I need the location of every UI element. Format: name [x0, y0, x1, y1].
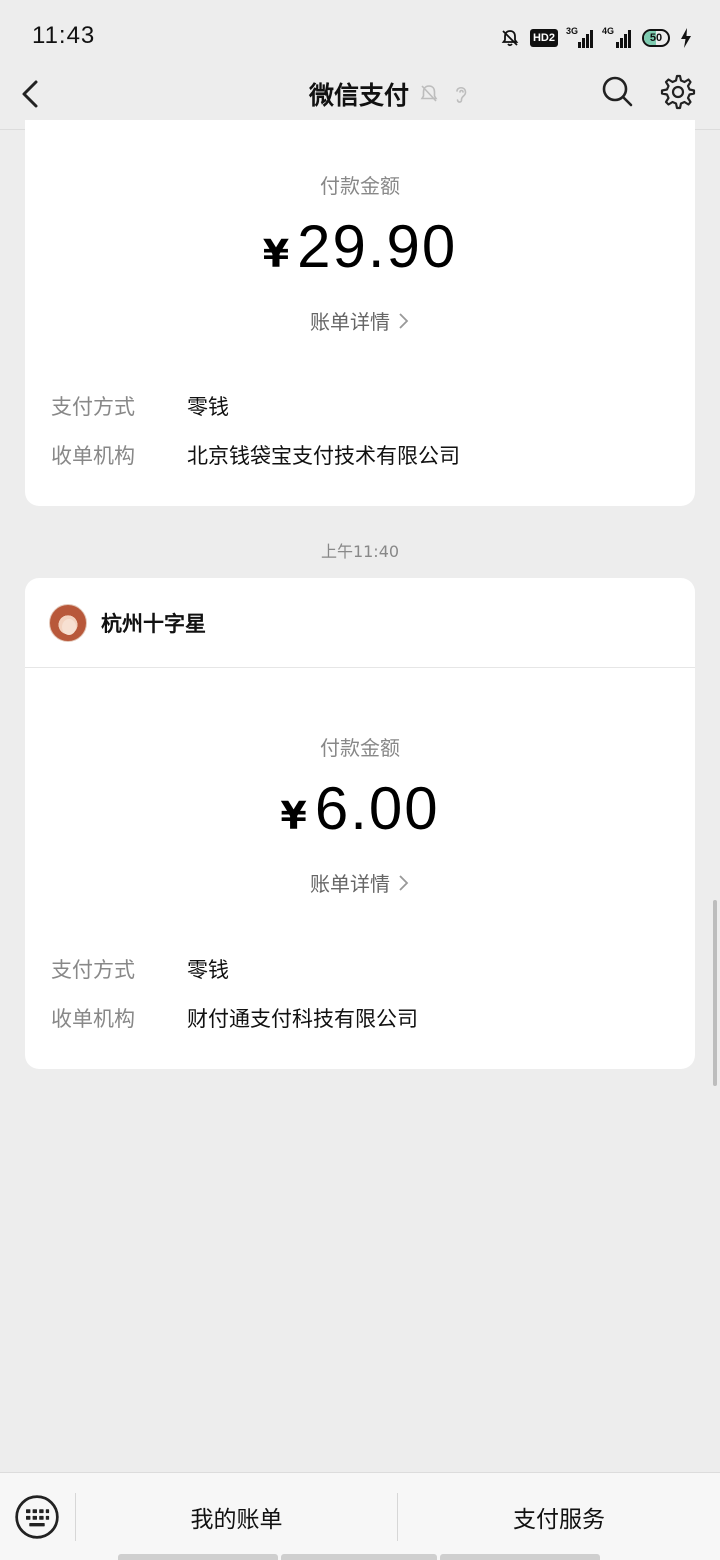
- settings-gear-icon[interactable]: [660, 74, 696, 110]
- ear-icon: [456, 86, 467, 103]
- charging-bolt-icon: [681, 28, 691, 48]
- amount-display: ¥ 6.00: [25, 774, 695, 843]
- home-indicator: [440, 1554, 600, 1560]
- amount-value: 6.00: [314, 775, 440, 842]
- keyboard-icon[interactable]: [15, 1495, 59, 1539]
- battery-icon: 50: [642, 29, 670, 47]
- payment-method-row: 支付方式 零钱: [51, 958, 229, 982]
- home-indicator: [118, 1554, 278, 1560]
- merchant-avatar: [49, 603, 87, 642]
- payment-card[interactable]: 付款金额 ¥ 29.90 账单详情 支付方式 零钱 收单机构 北京钱袋宝支付技术…: [25, 120, 695, 506]
- amount-label: 付款金额: [320, 174, 400, 198]
- page-title: 微信支付: [308, 81, 409, 110]
- status-icons: HD2 3G 4G 50: [500, 24, 692, 52]
- amount-value: 29.90: [297, 213, 458, 280]
- amount-display: ¥ 29.90: [25, 212, 695, 281]
- acquirer-row: 收单机构 北京钱袋宝支付技术有限公司: [51, 444, 460, 468]
- home-indicator: [281, 1554, 437, 1560]
- chevron-right-icon: [399, 312, 409, 329]
- bottom-menu-bar: 我的账单 支付服务: [0, 1472, 720, 1560]
- message-timestamp: 上午11:40: [320, 542, 400, 561]
- payment-method-row: 支付方式 零钱: [51, 395, 229, 419]
- status-bar: 11:43 HD2 3G 4G 50: [0, 0, 720, 72]
- payment-card[interactable]: 杭州十字星 付款金额 ¥ 6.00 账单详情 支付方式 零钱 收单机构 财付通支…: [25, 578, 695, 1069]
- bill-details-link[interactable]: 账单详情: [25, 306, 695, 335]
- signal-4g-icon: 4G: [602, 26, 632, 48]
- bill-details-link[interactable]: 账单详情: [25, 868, 695, 897]
- currency-symbol: ¥: [262, 232, 290, 276]
- hd-voice-badge: HD2: [529, 29, 558, 47]
- my-bills-button[interactable]: 我的账单: [76, 1473, 397, 1560]
- muted-notification-icon: [420, 85, 438, 102]
- pay-services-button[interactable]: 支付服务: [398, 1473, 720, 1560]
- status-time: 11:43: [32, 22, 96, 49]
- mute-bell-icon: [501, 30, 519, 47]
- acquirer-row: 收单机构 财付通支付科技有限公司: [51, 1007, 418, 1031]
- search-icon[interactable]: [600, 74, 634, 108]
- merchant-header[interactable]: 杭州十字星: [25, 578, 695, 668]
- signal-3g-icon: 3G: [566, 26, 594, 48]
- scrollbar[interactable]: [713, 900, 717, 1086]
- amount-label: 付款金额: [320, 736, 400, 760]
- chevron-right-icon: [399, 874, 409, 891]
- merchant-name: 杭州十字星: [101, 611, 206, 636]
- currency-symbol: ¥: [280, 794, 307, 838]
